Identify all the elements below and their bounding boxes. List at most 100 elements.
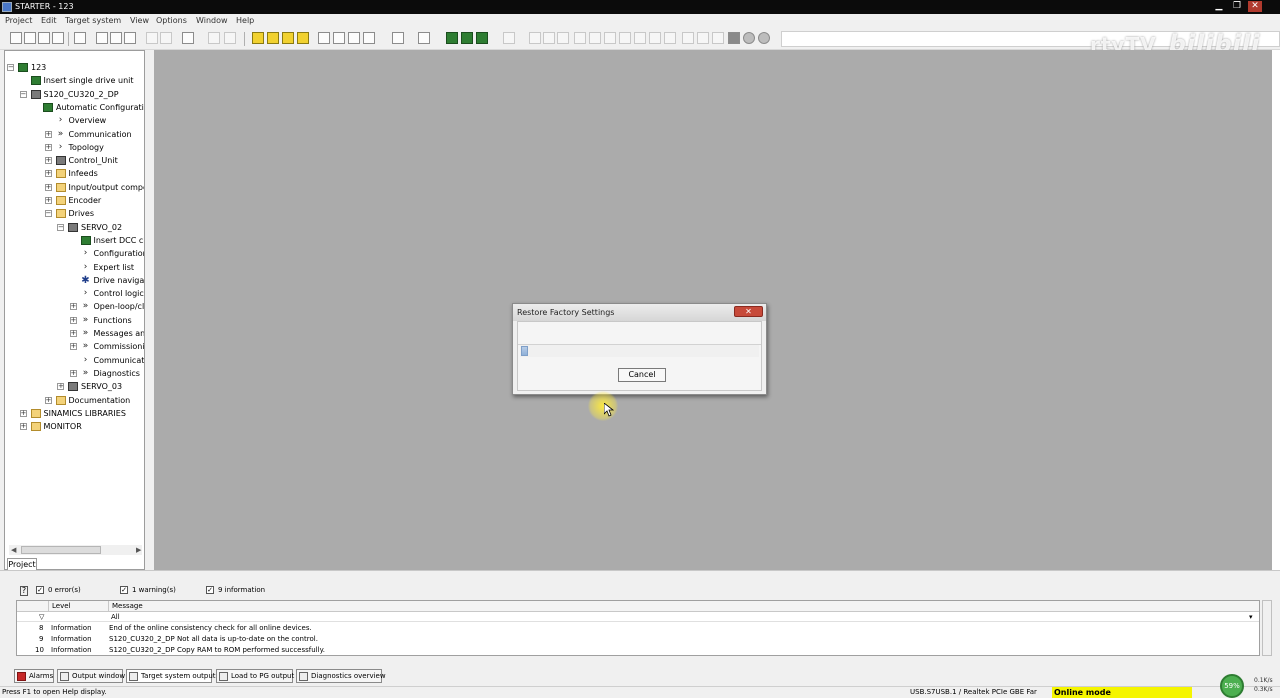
menu-edit[interactable]: Edit — [41, 16, 57, 25]
record-icon[interactable] — [743, 32, 755, 44]
menu-view[interactable]: View — [130, 16, 149, 25]
expand-icon[interactable]: + — [57, 383, 64, 391]
tree-item[interactable]: + » Diagnostics — [5, 367, 144, 380]
expand-icon[interactable]: + — [19, 423, 27, 431]
tab-diagnostics-overview[interactable]: Diagnostics overview — [296, 669, 386, 683]
accessible-nodes-icon[interactable] — [252, 32, 264, 44]
expand-icon[interactable]: + — [69, 303, 77, 311]
table-row[interactable]: 10 Information S120_CU320_2_DP Copy RAM … — [17, 645, 1259, 656]
copy-ram-rom-icon[interactable] — [297, 32, 309, 44]
tree-item[interactable]: Insert DCC char — [5, 234, 144, 247]
dialog-close-button[interactable]: ✕ — [734, 306, 763, 317]
tree-item[interactable]: + Encoder — [5, 194, 144, 207]
tree-item[interactable]: − Drives — [5, 207, 144, 220]
copy-icon[interactable] — [110, 32, 122, 44]
scrollbar-thumb[interactable] — [21, 546, 101, 554]
menu-options[interactable]: Options — [156, 16, 187, 25]
tree-item[interactable]: + Documentation — [5, 394, 144, 407]
target-device-icon[interactable] — [363, 32, 375, 44]
print-icon[interactable] — [74, 32, 86, 44]
menu-project[interactable]: Project — [5, 16, 32, 25]
delete-icon[interactable] — [208, 32, 220, 44]
tool-icon[interactable] — [589, 32, 601, 44]
tool-icon[interactable] — [503, 32, 515, 44]
tree-item[interactable]: + MONITOR — [5, 420, 144, 433]
filter-icon[interactable]: ▽ — [39, 612, 44, 622]
tool-icon[interactable] — [604, 32, 616, 44]
cancel-button[interactable]: Cancel — [618, 368, 666, 382]
collapse-icon[interactable]: − — [19, 90, 27, 98]
download-icon[interactable] — [282, 32, 294, 44]
expand-icon[interactable]: + — [69, 369, 77, 377]
tree-item[interactable]: Insert single drive unit — [5, 74, 144, 87]
minimize-button[interactable]: ▁ — [1212, 1, 1226, 12]
expand-icon[interactable]: + — [69, 330, 77, 337]
errors-checkbox[interactable]: ✓ — [36, 586, 44, 594]
undo-icon[interactable] — [146, 32, 158, 44]
paste-icon[interactable] — [124, 32, 136, 44]
message-filter-select[interactable]: All — [111, 612, 120, 622]
tree-item[interactable]: − S120_CU320_2_DP — [5, 88, 144, 101]
tree-item[interactable]: + SINAMICS LIBRARIES — [5, 407, 144, 420]
tab-project[interactable]: Project — [7, 558, 37, 570]
tree-item[interactable]: + » Messages and i — [5, 327, 144, 340]
menu-help[interactable]: Help — [236, 16, 254, 25]
expand-icon[interactable]: + — [44, 130, 52, 138]
tool-icon[interactable] — [574, 32, 586, 44]
table-row[interactable]: 9 Information S120_CU320_2_DP Not all da… — [17, 634, 1259, 645]
save-icon[interactable] — [38, 32, 50, 44]
menu-target-system[interactable]: Target system — [65, 16, 121, 25]
cut-icon[interactable] — [96, 32, 108, 44]
collapse-icon[interactable]: − — [7, 64, 14, 71]
properties-icon[interactable] — [224, 32, 236, 44]
tree-item[interactable]: › Overview — [5, 114, 144, 127]
restore-button[interactable]: ❐ — [1230, 1, 1244, 12]
expand-icon[interactable]: + — [19, 409, 27, 417]
tab-output-window[interactable]: Output window — [57, 669, 125, 683]
redo-icon[interactable] — [160, 32, 172, 44]
disconnect-icon[interactable] — [333, 32, 345, 44]
tree-item[interactable]: › Expert list — [5, 261, 144, 274]
help-context-icon[interactable] — [182, 32, 194, 44]
collapse-icon[interactable]: − — [44, 210, 52, 218]
tool-icon[interactable] — [543, 32, 555, 44]
expand-icon[interactable]: + — [44, 197, 52, 204]
open-icon[interactable] — [24, 32, 36, 44]
control-panel-icon[interactable] — [392, 32, 404, 44]
tool-icon[interactable] — [619, 32, 631, 44]
tree-item[interactable]: + » Communication — [5, 128, 144, 141]
save-compile-icon[interactable] — [52, 32, 64, 44]
tree-item[interactable]: + › Topology — [5, 141, 144, 154]
tree-item[interactable]: + » Functions — [5, 314, 144, 327]
expand-icon[interactable]: + — [44, 157, 52, 165]
expand-icon[interactable]: + — [44, 170, 52, 178]
device-trace-icon[interactable] — [476, 32, 488, 44]
restore-factory-icon[interactable] — [348, 32, 360, 44]
tree-item[interactable]: + » Commissioning — [5, 340, 144, 353]
warnings-checkbox[interactable]: ✓ — [120, 586, 128, 594]
expand-icon[interactable]: + — [44, 183, 52, 191]
tab-alarms[interactable]: Alarms — [14, 669, 54, 683]
tree-item[interactable]: + Input/output compone — [5, 181, 144, 194]
scroll-left-icon[interactable]: ◀ — [11, 545, 16, 555]
tool-icon[interactable] — [682, 32, 694, 44]
tree-item[interactable]: − SERVO_02 — [5, 221, 144, 234]
tab-target-system-output[interactable]: Target system output — [126, 669, 216, 683]
tool-icon[interactable] — [649, 32, 661, 44]
scroll-right-icon[interactable]: ▶ — [136, 545, 141, 555]
filter-icon[interactable]: ? — [20, 586, 28, 596]
stop-icon[interactable] — [728, 32, 740, 44]
information-checkbox[interactable]: ✓ — [206, 586, 214, 594]
new-icon[interactable] — [10, 32, 22, 44]
tree-item[interactable]: − 123 — [5, 61, 144, 74]
tool-icon[interactable] — [529, 32, 541, 44]
column-header-level[interactable]: Level — [49, 601, 109, 612]
message-vertical-scrollbar[interactable] — [1262, 600, 1272, 656]
monitor-icon[interactable] — [446, 32, 458, 44]
table-row[interactable]: 8 Information End of the online consiste… — [17, 623, 1259, 634]
load-to-pg-icon[interactable] — [267, 32, 279, 44]
tree-item[interactable]: + Control_Unit — [5, 154, 144, 167]
expand-icon[interactable]: + — [69, 343, 77, 351]
tree-item[interactable]: › Configuration — [5, 247, 144, 260]
tree-item[interactable]: + » Open-loop/clos — [5, 300, 144, 313]
